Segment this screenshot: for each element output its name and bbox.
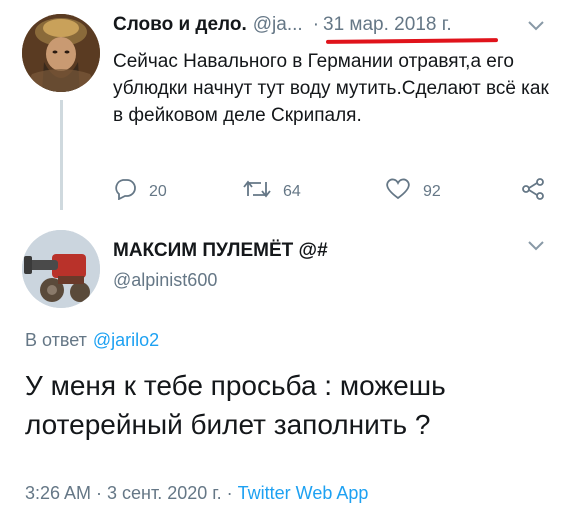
reply-prefix: В ответ — [25, 330, 87, 350]
avatar-slovo-i-delo[interactable] — [22, 14, 100, 92]
tweet2-source-link[interactable]: Twitter Web App — [238, 483, 369, 503]
tweet2-text: У меня к тебе просьба : можешь лотерейны… — [25, 370, 446, 440]
tweet1-author-name[interactable]: Слово и дело. — [113, 14, 247, 35]
chevron-down-icon[interactable] — [526, 238, 546, 257]
retweet-button[interactable]: 64 — [243, 178, 301, 205]
tweet1-date[interactable]: 31 мар. 2018 г. — [323, 14, 452, 35]
retweet-icon — [243, 178, 271, 205]
avatar-maksim-pulemet[interactable] — [22, 230, 100, 308]
tweet2-author-handle[interactable]: @alpinist600 — [113, 270, 217, 291]
retweet-count: 64 — [283, 182, 301, 200]
reply-button[interactable]: 20 — [113, 178, 167, 205]
reply-context: В ответ @jarilo2 — [25, 330, 159, 351]
like-icon — [385, 178, 411, 205]
tweet2-timestamp[interactable]: 3:26 AM · 3 сент. 2020 г. · — [25, 483, 238, 503]
tweet1-actions: 20 64 92 — [113, 178, 558, 202]
tweet1-author-handle[interactable]: @ja... — [253, 14, 303, 35]
tweet1-separator: · — [312, 14, 320, 35]
chevron-down-icon[interactable] — [526, 18, 546, 37]
share-button[interactable] — [521, 178, 545, 205]
tweet2-author-name[interactable]: МАКСИМ ПУЛЕМЁТ @# — [113, 240, 328, 262]
tweet1-text: Сейчас Навального в Германии отравят,а е… — [113, 51, 549, 126]
share-icon — [521, 178, 545, 205]
thread-connector-line — [60, 100, 63, 210]
reply-count: 20 — [149, 182, 167, 200]
red-underline-annotation — [325, 38, 499, 44]
like-button[interactable]: 92 — [385, 178, 441, 205]
reply-to-mention[interactable]: @jarilo2 — [93, 330, 159, 350]
tweet2-meta: 3:26 AM · 3 сент. 2020 г. · Twitter Web … — [25, 483, 368, 504]
like-count: 92 — [423, 182, 441, 200]
tweet1-header: Слово и дело. @ja... · 31 мар. 2018 г. — [113, 14, 452, 36]
reply-icon — [113, 178, 137, 205]
